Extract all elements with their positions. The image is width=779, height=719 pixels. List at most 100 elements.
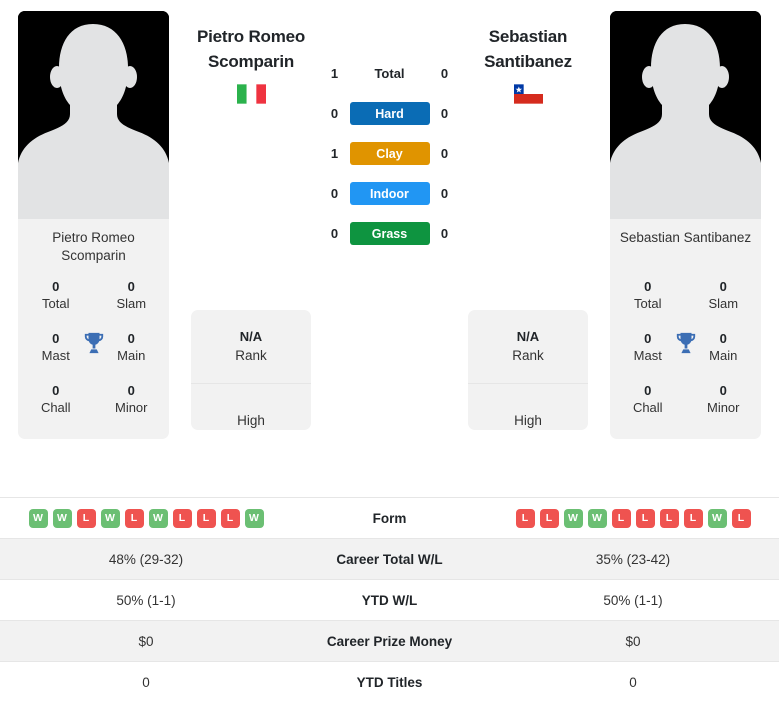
attribute-value: N/A — [239, 329, 263, 344]
form-badge-loss: L — [611, 508, 631, 528]
row-value-right: 35% (23-42) — [595, 551, 671, 567]
attribute-label: High — [237, 413, 265, 428]
player-photo-caption-right: Sebastian Santibanez — [610, 219, 761, 265]
table-row-ytd-titles: 0 YTD Titles 0 — [0, 661, 779, 703]
form-badge-win: W — [52, 508, 72, 528]
title-stat-main: 0 Main — [686, 321, 762, 373]
row-label-form: Form — [372, 510, 407, 526]
surface-score-left: 0 — [330, 226, 339, 241]
comparison-table: WWLWLWLLLW Form LLWWLLLLWL 48% (29-32) C… — [0, 497, 779, 703]
player-photo-caption-left: Pietro Romeo Scomparin — [18, 219, 169, 265]
stat-label: Slam — [708, 296, 739, 311]
caption-line-1: Pietro Romeo — [52, 230, 135, 245]
surface-score-right: 0 — [440, 106, 449, 121]
form-badges-right: LLWWLLLLWL — [491, 508, 775, 528]
chile-flag — [513, 84, 543, 104]
stat-label: Slam — [116, 296, 147, 311]
form-badge-win: W — [148, 508, 168, 528]
form-badge-win: W — [707, 508, 727, 528]
surface-score-right: 0 — [440, 226, 449, 241]
player-comparison-header: Pietro Romeo Scomparin 0 Total 0 Slam 0 … — [0, 0, 779, 497]
form-cell-left: WWLWLWLLLW — [0, 498, 292, 539]
row-label: Career Total W/L — [336, 551, 443, 567]
form-badge-win: W — [100, 508, 120, 528]
player-card-left[interactable]: Pietro Romeo Scomparin 0 Total 0 Slam 0 … — [18, 11, 169, 439]
form-badge-loss: L — [683, 508, 703, 528]
title-stat-minor: 0 Minor — [686, 373, 762, 425]
surface-row-grass: 0 Grass 0 — [320, 222, 460, 245]
surface-label-hard[interactable]: Hard — [349, 102, 430, 125]
player-attributes-card-right: N/A Rank High 28 Age Plays — [468, 310, 588, 430]
player-info-column-right: Sebastian Santibanez N/A Rank High 28 Ag… — [468, 0, 588, 430]
title-stat-mast: 0 Mast — [610, 321, 686, 373]
form-badge-loss: L — [196, 508, 216, 528]
attribute-row-rank: N/A Rank — [468, 310, 588, 384]
form-badge-loss: L — [635, 508, 655, 528]
form-badge-loss: L — [515, 508, 535, 528]
surface-row-total: 1 Total 0 — [320, 62, 460, 85]
form-badge-win: W — [587, 508, 607, 528]
stat-value: 0 — [719, 331, 727, 346]
title-stat-minor: 0 Minor — [94, 373, 170, 425]
row-value-right: 0 — [629, 674, 637, 690]
row-value-left: 0 — [142, 674, 150, 690]
player-name-right[interactable]: Sebastian Santibanez — [468, 0, 588, 120]
stat-label: Minor — [706, 400, 740, 415]
table-row-career-total-wl: 48% (29-32) Career Total W/L 35% (23-42) — [0, 538, 779, 580]
surface-row-clay: 1 Clay 0 — [320, 142, 460, 165]
player-name-left[interactable]: Pietro Romeo Scomparin — [191, 0, 311, 120]
surface-row-hard: 0 Hard 0 — [320, 102, 460, 125]
stat-value: 0 — [127, 331, 135, 346]
surface-label-total: Total — [374, 66, 405, 81]
surface-label-indoor[interactable]: Indoor — [349, 182, 430, 205]
player-name-line-2: Scomparin — [207, 52, 295, 71]
stat-value: 0 — [644, 331, 652, 346]
stat-value: 0 — [644, 279, 652, 294]
stat-label: Total — [42, 296, 70, 311]
title-stat-main: 0 Main — [94, 321, 170, 373]
surface-label-grass[interactable]: Grass — [349, 222, 430, 245]
row-label: YTD W/L — [361, 592, 418, 608]
form-badge-win: W — [244, 508, 264, 528]
player-attributes-card-left: N/A Rank High 23 Age Plays — [191, 310, 311, 430]
attribute-row-high: High — [468, 384, 588, 430]
attribute-label: High — [514, 413, 542, 428]
italy-flag — [236, 84, 266, 104]
player-photo-left — [18, 11, 169, 219]
caption-line-1: Sebastian Santibanez — [619, 230, 752, 245]
stat-value: 0 — [719, 279, 727, 294]
stat-value: 0 — [127, 279, 135, 294]
form-badge-loss: L — [124, 508, 144, 528]
form-badge-win: W — [563, 508, 583, 528]
row-value-right: $0 — [625, 633, 641, 649]
attribute-row-high: High — [191, 384, 311, 430]
stat-label: Main — [709, 348, 738, 363]
surface-score-right: 0 — [440, 146, 449, 161]
attribute-row-rank: N/A Rank — [191, 310, 311, 384]
player-card-right[interactable]: Sebastian Santibanez 0 Total 0 Slam 0 Ma… — [610, 11, 761, 439]
form-badge-loss: L — [659, 508, 679, 528]
player-name-line-1: Pietro Romeo — [196, 27, 306, 46]
stat-value: 0 — [719, 383, 727, 398]
surface-label-clay[interactable]: Clay — [349, 142, 430, 165]
title-stat-chall: 0 Chall — [610, 373, 686, 425]
surface-score-left: 1 — [330, 66, 339, 81]
surface-score-left: 1 — [330, 146, 339, 161]
form-badge-loss: L — [172, 508, 192, 528]
caption-line-2: Scomparin — [61, 248, 126, 263]
form-badge-loss: L — [731, 508, 751, 528]
row-value-left: $0 — [138, 633, 154, 649]
table-row-form: WWLWLWLLLW Form LLWWLLLLWL — [0, 497, 779, 539]
surface-score-left: 0 — [330, 106, 339, 121]
title-stat-slam: 0 Slam — [686, 269, 762, 321]
surface-score-right: 0 — [440, 186, 449, 201]
player-info-column-left: Pietro Romeo Scomparin N/A Rank High 23 … — [191, 0, 311, 430]
surface-score-left: 0 — [330, 186, 339, 201]
form-badge-loss: L — [76, 508, 96, 528]
title-stat-chall: 0 Chall — [18, 373, 94, 425]
surface-score-right: 0 — [440, 66, 449, 81]
stat-label: Total — [634, 296, 662, 311]
stat-label: Minor — [114, 400, 148, 415]
row-value-left: 48% (29-32) — [108, 551, 184, 567]
stat-value: 0 — [644, 383, 652, 398]
